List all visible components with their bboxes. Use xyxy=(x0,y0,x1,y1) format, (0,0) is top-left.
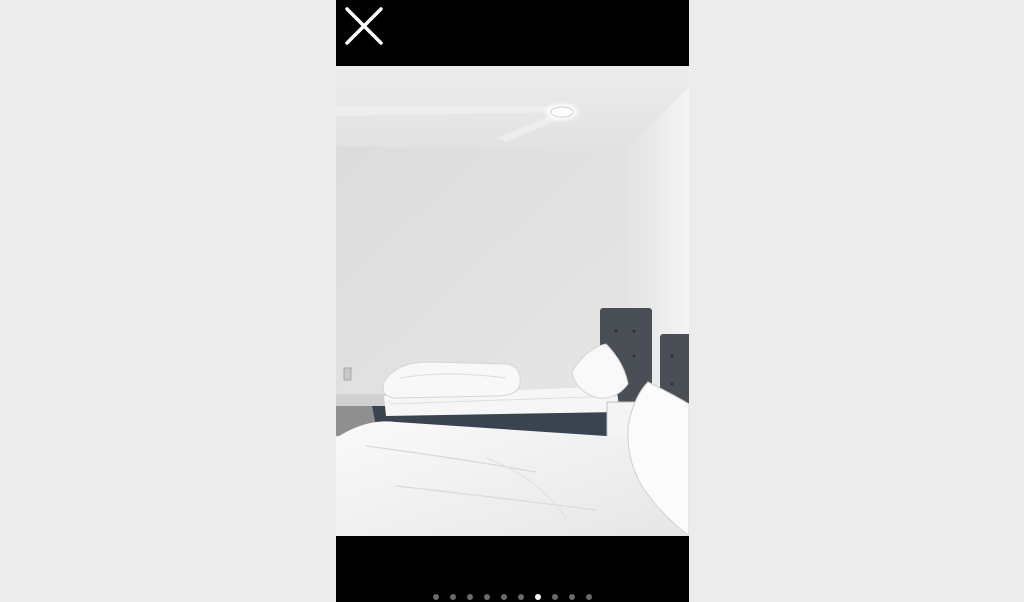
pagination-dot-active[interactable] xyxy=(535,594,541,600)
pagination-dots xyxy=(336,594,689,602)
bedroom-photo-image xyxy=(336,66,689,536)
photo-viewer xyxy=(336,0,689,602)
close-button[interactable] xyxy=(344,4,384,48)
pagination-dot[interactable] xyxy=(586,594,592,600)
pagination-dot[interactable] xyxy=(484,594,490,600)
pagination-dot[interactable] xyxy=(518,594,524,600)
pagination-dot[interactable] xyxy=(467,594,473,600)
bedroom-photo[interactable] xyxy=(336,66,689,536)
page-background xyxy=(0,0,1024,602)
pagination-dot[interactable] xyxy=(552,594,558,600)
pagination-dot[interactable] xyxy=(450,594,456,600)
pagination-dot[interactable] xyxy=(433,594,439,600)
close-icon xyxy=(345,7,383,45)
pagination-dot[interactable] xyxy=(501,594,507,600)
pagination-dot[interactable] xyxy=(569,594,575,600)
